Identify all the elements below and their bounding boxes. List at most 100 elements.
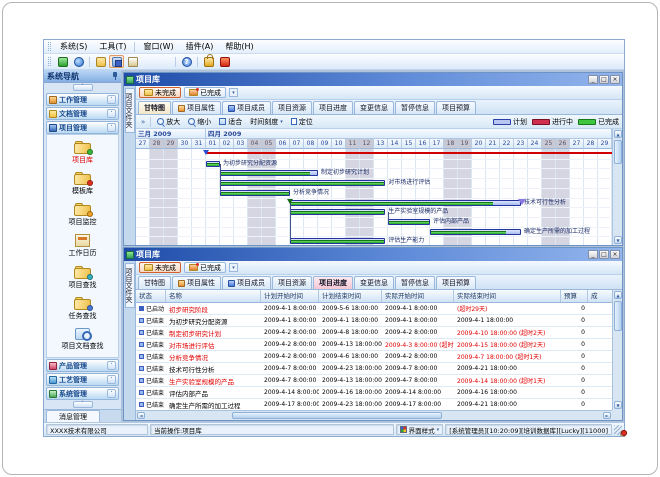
maximize-button[interactable]: □ xyxy=(599,75,609,84)
table-row[interactable]: 已结束评估内部产品2009-4-14 8:00:002009-4-16 18:0… xyxy=(136,387,612,399)
gantt-bar[interactable] xyxy=(430,229,521,235)
sidebar-item-project-library[interactable]: 项目库 xyxy=(47,141,118,165)
table-row[interactable]: 已启动初步研究阶段2009-4-1 8:00:002009-5-6 18:00:… xyxy=(136,303,612,315)
table-row[interactable]: 已结束制定初步研究计划2009-4-2 8:00:002009-4-8 18:0… xyxy=(136,327,612,339)
group-project-toggle-button[interactable]: ˄ xyxy=(107,123,116,132)
tab-project-progress[interactable]: 项目进度 xyxy=(313,276,353,289)
column-header-1[interactable]: 名称 xyxy=(166,290,261,303)
gantt-bar[interactable] xyxy=(220,190,290,196)
sidebar-item-project-monitor[interactable]: 项目监控 xyxy=(47,203,118,227)
message-outbox-button[interactable] xyxy=(141,55,156,68)
column-header-3[interactable]: 计划结束时间 xyxy=(319,290,382,303)
menu-bar-grip[interactable] xyxy=(48,42,51,51)
project-folders-side-tab[interactable]: 项目文件夹 xyxy=(125,88,135,133)
gantt-toolbar-overflow-button[interactable]: » xyxy=(139,118,147,126)
group-work-toggle-button[interactable]: ˅ xyxy=(107,95,116,104)
table-row[interactable]: 已结束确定生产所需的加工过程2009-4-17 8:00:002009-4-23… xyxy=(136,399,612,410)
sidebar-item-project-doc-search[interactable]: 项目文档查找 xyxy=(47,328,118,351)
gantt-vertical-scrollbar[interactable]: ▲ ▼ xyxy=(612,129,622,245)
tab-project-resources[interactable]: 项目资源 xyxy=(272,101,312,114)
tab-unfinished[interactable]: 未完成 xyxy=(139,262,181,273)
save-project-button[interactable] xyxy=(109,55,124,68)
column-header-0[interactable]: 状态 xyxy=(136,290,166,303)
table-horizontal-scrollbar[interactable]: ◄ ► xyxy=(136,410,612,420)
database-connect-button[interactable] xyxy=(55,55,70,68)
tab-project-progress[interactable]: 项目进度 xyxy=(313,101,353,114)
tab-finished[interactable]: 已完成 xyxy=(184,87,226,98)
maximize-button[interactable]: □ xyxy=(599,250,609,259)
group-project[interactable]: 项目管理˄ xyxy=(46,121,119,134)
scroll-down-button[interactable]: ▼ xyxy=(614,236,622,244)
table-row[interactable]: 已结束为初步研究分配资源2009-4-1 8:00:002009-4-1 18:… xyxy=(136,315,612,327)
sidebar-item-task-search[interactable]: 任务查找 xyxy=(47,297,118,321)
table-vertical-scrollbar[interactable]: ▲ ▼ xyxy=(612,290,622,410)
tab-message-management[interactable]: 消息管理 xyxy=(46,410,100,422)
group-document[interactable]: 文档管理˅ xyxy=(46,107,119,120)
tab-pause-info[interactable]: 暂停信息 xyxy=(395,101,435,114)
group-system[interactable]: 系统管理˅ xyxy=(46,387,119,400)
gantt-window-titlebar[interactable]: 项目库 _□× xyxy=(124,73,622,86)
scroll-up-button[interactable]: ▲ xyxy=(614,291,622,299)
menu-plugin[interactable]: 插件(A) xyxy=(180,40,220,53)
gantt-bar[interactable] xyxy=(290,238,385,244)
project-folders-side-tab[interactable]: 项目文件夹 xyxy=(125,263,135,308)
gantt-bar[interactable] xyxy=(290,209,385,215)
tab-unfinished[interactable]: 未完成 xyxy=(139,87,181,98)
tab-change-info[interactable]: 变更信息 xyxy=(354,101,394,114)
exit-button[interactable] xyxy=(217,55,232,68)
tab-gantt[interactable]: 甘特图 xyxy=(138,101,171,114)
tab-change-info[interactable]: 变更信息 xyxy=(354,276,394,289)
gantt-bar[interactable] xyxy=(220,180,385,186)
tab-gantt[interactable]: 甘特图 xyxy=(138,276,171,289)
gantt-bar[interactable] xyxy=(220,170,318,176)
group-work[interactable]: 工作管理˅ xyxy=(46,93,119,106)
gantt-bar[interactable] xyxy=(206,161,220,167)
time-scale-button[interactable]: 时间刻度▾ xyxy=(247,116,286,128)
table-row[interactable]: 已结束对市场进行评估2009-4-2 8:00:002009-4-13 18:0… xyxy=(136,339,612,351)
menu-system[interactable]: 系统(S) xyxy=(54,40,93,53)
tab-project-budget[interactable]: 项目预算 xyxy=(436,276,476,289)
sidebar-collapse-button[interactable]: ˄ xyxy=(73,84,93,91)
tab-project-properties[interactable]: 项目属性 xyxy=(172,276,221,289)
group-process[interactable]: 工艺管理˅ xyxy=(46,373,119,386)
fit-button[interactable]: 适合 xyxy=(216,116,245,128)
minimize-button[interactable]: _ xyxy=(588,250,598,259)
scroll-up-button[interactable]: ▲ xyxy=(614,130,622,138)
lock-button[interactable] xyxy=(201,55,216,68)
tab-project-budget[interactable]: 项目预算 xyxy=(436,101,476,114)
zoom-out-button[interactable]: 缩小 xyxy=(185,116,214,128)
tab-project-members[interactable]: 项目成员 xyxy=(222,276,271,289)
column-header-7[interactable]: 成 xyxy=(588,290,612,303)
table-row[interactable]: 已结束技术可行性分析2009-4-7 8:00:002009-4-23 18:0… xyxy=(136,363,612,375)
close-button[interactable]: × xyxy=(610,250,620,259)
menu-tools[interactable]: 工具(T) xyxy=(93,40,132,53)
group-system-toggle-button[interactable]: ˅ xyxy=(107,389,116,398)
toolbar-grip[interactable] xyxy=(48,57,51,66)
tab-project-resources[interactable]: 项目资源 xyxy=(272,276,312,289)
column-header-5[interactable]: 实际结束时间 xyxy=(454,290,561,303)
internet-button[interactable] xyxy=(71,55,86,68)
group-product[interactable]: 产品管理˅ xyxy=(46,359,119,372)
sidebar-item-template-library[interactable]: 模板库 xyxy=(47,172,118,196)
table-row[interactable]: 已结束分析竞争情况2009-4-2 8:00:002009-4-6 18:00:… xyxy=(136,351,612,363)
group-product-toggle-button[interactable]: ˅ xyxy=(107,361,116,370)
pin-icon[interactable] xyxy=(113,72,118,80)
tab-project-members[interactable]: 项目成员 xyxy=(222,101,271,114)
tab-project-properties[interactable]: 项目属性 xyxy=(172,101,221,114)
filter-tabs-more-button[interactable]: ▾ xyxy=(229,263,238,272)
gantt-bar[interactable] xyxy=(388,219,430,225)
locate-button[interactable]: 定位 xyxy=(288,116,316,128)
scroll-thumb[interactable] xyxy=(232,412,442,419)
message-inbox-button[interactable] xyxy=(157,55,172,68)
interface-style-button[interactable]: 界面样式 ▾ xyxy=(396,424,444,435)
zoom-in-button[interactable]: 放大 xyxy=(154,116,183,128)
gantt-bar[interactable] xyxy=(290,200,521,206)
group-process-toggle-button[interactable]: ˅ xyxy=(107,375,116,384)
tab-finished[interactable]: 已完成 xyxy=(184,262,226,273)
message-button[interactable] xyxy=(125,55,140,68)
menu-help[interactable]: 帮助(H) xyxy=(219,40,259,53)
scroll-thumb[interactable] xyxy=(614,301,622,331)
sidebar-item-project-search[interactable]: 项目查找 xyxy=(47,266,118,290)
open-folder-button[interactable] xyxy=(93,55,108,68)
filter-tabs-more-button[interactable]: ▾ xyxy=(229,88,238,97)
